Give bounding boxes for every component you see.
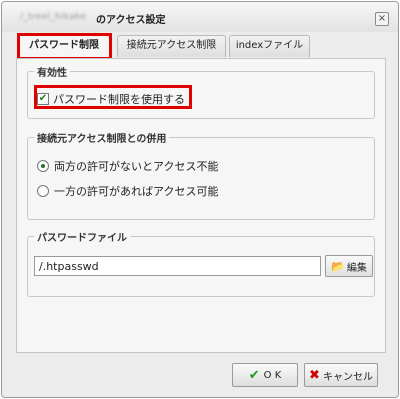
edit-button-label: 編集 [346, 262, 367, 274]
use-password-checkbox[interactable]: ✔ [37, 93, 49, 105]
tab-source-access-restriction[interactable]: 接続元アクセス制限 [117, 35, 226, 57]
tab-panel: 有効性 ✔ パスワード制限を使用する 接続元アクセス制限との併用 両方の許可がな… [16, 58, 386, 353]
ok-button[interactable]: ✔ O K [232, 363, 298, 387]
title-path: /_treel_hikake [20, 12, 87, 22]
use-password-label[interactable]: パスワード制限を使用する [53, 91, 185, 107]
check-icon: ✔ [248, 367, 260, 383]
access-settings-dialog: /_treel_hikake のアクセス設定 × パスワード制限 接続元アクセス… [1, 1, 399, 398]
close-button[interactable]: × [375, 12, 389, 26]
tab-index-file[interactable]: indexファイル [229, 35, 310, 57]
radio-both-required[interactable] [37, 160, 49, 172]
cancel-icon: ✖ [309, 367, 320, 383]
cancel-button[interactable]: ✖ キャンセル [304, 363, 378, 387]
validity-legend: 有効性 [37, 68, 67, 79]
password-file-legend: パスワードファイル [37, 233, 127, 244]
close-icon: × [377, 13, 387, 24]
radio-either-allowed-row[interactable]: 一方の許可があればアクセス可能 [37, 183, 218, 199]
edit-button[interactable]: 📂 編集 [325, 255, 373, 277]
folder-icon: 📂 [331, 259, 345, 273]
radio-both-required-label[interactable]: 両方の許可がないとアクセス不能 [54, 158, 218, 174]
radio-either-allowed-label[interactable]: 一方の許可があればアクセス可能 [54, 183, 218, 199]
title-bar: /_treel_hikake のアクセス設定 × [2, 2, 398, 32]
use-password-row[interactable]: ✔ パスワード制限を使用する [37, 91, 185, 107]
combined-use-group: 接続元アクセス制限との併用 [27, 130, 375, 220]
ok-button-label: O K [263, 369, 282, 381]
tab-password-restriction[interactable]: パスワード制限 [18, 35, 110, 58]
cancel-button-label: キャンセル [322, 371, 373, 383]
radio-both-required-row[interactable]: 両方の許可がないとアクセス不能 [37, 158, 218, 174]
radio-either-allowed[interactable] [37, 185, 49, 197]
password-file-input[interactable] [34, 256, 321, 276]
dialog-title: のアクセス設定 [96, 15, 166, 26]
combined-use-legend: 接続元アクセス制限との併用 [37, 134, 167, 145]
